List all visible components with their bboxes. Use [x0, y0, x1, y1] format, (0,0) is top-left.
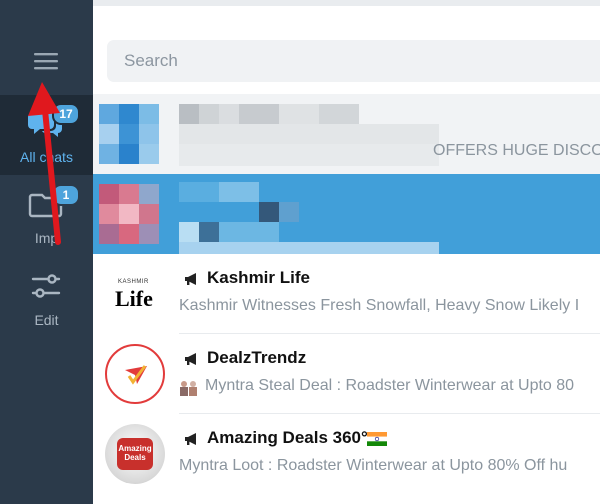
redacted-title [179, 104, 439, 166]
channel-avatar [105, 344, 165, 404]
hamburger-menu-icon [34, 53, 58, 70]
chat-title: Kashmir Life [207, 268, 310, 287]
channel-avatar: KASHMIR Life [105, 264, 165, 324]
chat-item[interactable]: OFFERS HUGE DISCOU [93, 94, 600, 174]
folder-all-chats[interactable]: 17 All chats [0, 95, 93, 175]
search-bar [93, 6, 600, 94]
folder-imp[interactable]: 1 Imp [0, 176, 93, 256]
menu-button[interactable] [22, 43, 70, 79]
sliders-icon [31, 274, 61, 298]
megaphone-icon [185, 273, 196, 285]
folder-edit[interactable]: Edit [0, 258, 93, 338]
chat-preview: Myntra Loot : Roadster Winterwear at Upt… [179, 457, 568, 474]
unread-badge: 17 [52, 103, 80, 125]
chat-title: DealzTrendz [207, 348, 307, 367]
megaphone-icon [185, 433, 196, 445]
chat-item-selected[interactable] [93, 174, 600, 254]
tick-logo-icon [125, 365, 147, 385]
megaphone-icon [185, 353, 196, 365]
india-flag-icon [367, 432, 387, 446]
folder-label: Imp [34, 230, 59, 246]
folder-sidebar: 17 All chats 1 Imp Edit [0, 0, 93, 504]
chat-list-panel: OFFERS HUGE DISCOU KASHMIR [93, 6, 600, 504]
search-input[interactable] [107, 40, 600, 82]
chat-item[interactable]: DealzTrendz Myntra Steal Deal : Roadster… [93, 334, 600, 414]
avatar-logo-text: Life [115, 286, 153, 311]
redacted-avatar [93, 174, 183, 254]
unread-badge: 1 [52, 184, 80, 206]
redacted-title [179, 182, 439, 254]
chat-preview: OFFERS HUGE DISCOU [433, 142, 600, 159]
redacted-avatar [93, 94, 183, 174]
thumbnail-icon [180, 381, 197, 396]
folder-label: Edit [34, 312, 59, 328]
chat-preview: Kashmir Witnesses Fresh Snowfall, Heavy … [179, 297, 580, 314]
channel-avatar: Amazing Deals [105, 424, 165, 484]
avatar-logo-text: Amazing Deals [118, 444, 152, 462]
chat-preview: Myntra Steal Deal : Roadster Winterwear … [205, 377, 575, 394]
chat-item[interactable]: KASHMIR Life Kashmir Life Kashmir Witnes… [93, 254, 600, 334]
chat-item[interactable]: Amazing Deals Amazing Deals 360° Myntra … [93, 414, 600, 494]
folder-label: All chats [20, 149, 73, 165]
chat-title: Amazing Deals 360° [207, 428, 368, 447]
avatar-small-text: KASHMIR [118, 279, 149, 285]
